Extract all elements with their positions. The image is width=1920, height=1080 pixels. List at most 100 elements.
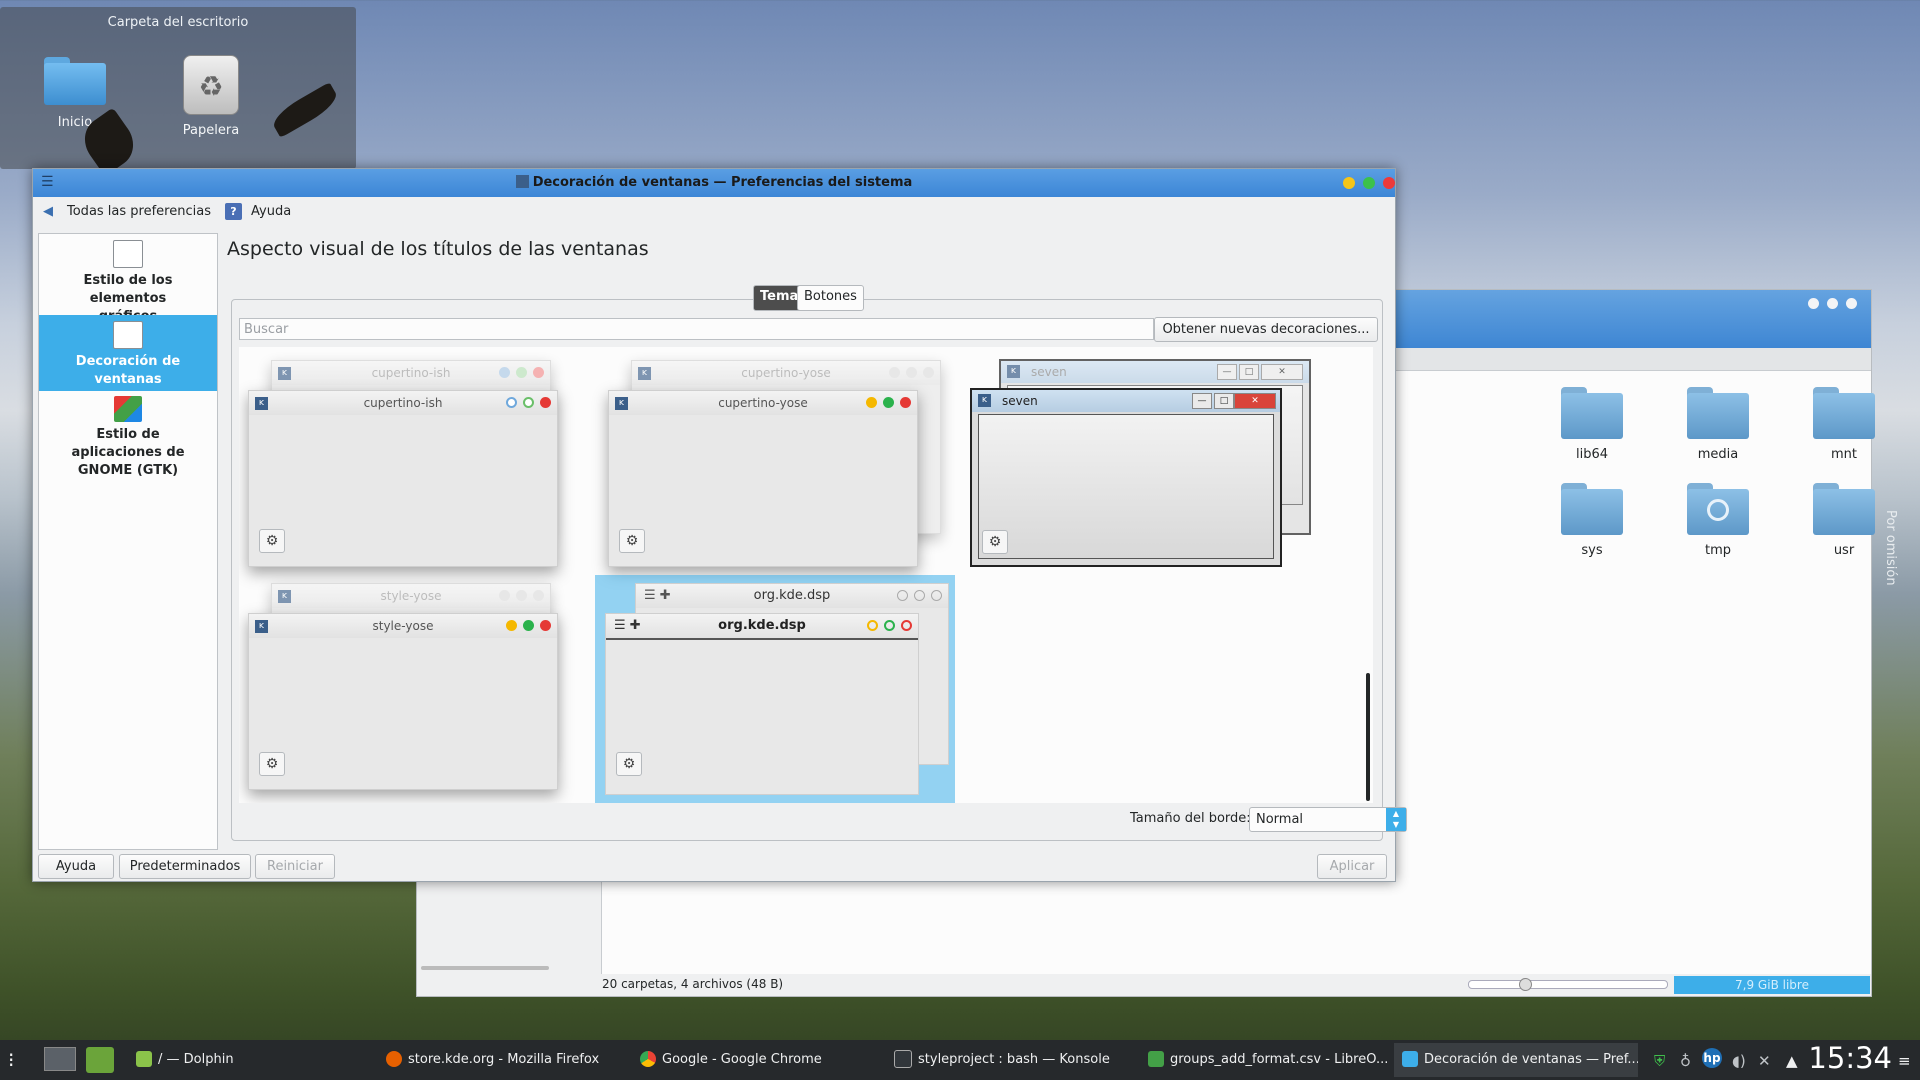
window-decoration-icon <box>113 321 143 349</box>
task-system-settings[interactable]: Decoración de ventanas — Pref... <box>1394 1043 1638 1077</box>
free-space-bar: 7,9 GiB libre <box>1674 976 1870 994</box>
apply-button[interactable]: Aplicar <box>1317 854 1387 879</box>
decoration-item-selected[interactable]: org.kde.dsp ☰ ✚ org.kde.dsp ☰ ✚ ⚙ <box>595 575 955 803</box>
kde-app-icon: ĸ <box>978 394 991 407</box>
dolphin-statusbar: 20 carpetas, 4 archivos (48 B) 7,9 GiB l… <box>602 974 1871 996</box>
decoration-item[interactable]: style-yose ĸ style-yose ĸ ⚙ <box>239 571 558 791</box>
kde-app-icon: ĸ <box>615 397 628 410</box>
window-title: Decoración de ventanas — Preferencias de… <box>33 175 1395 190</box>
chrome-icon <box>640 1050 656 1067</box>
configure-gear-icon[interactable]: ⚙ <box>982 530 1008 554</box>
konsole-icon <box>894 1049 912 1068</box>
folder-item[interactable]: tmp <box>1668 483 1768 558</box>
panel-menu-icon[interactable]: ≡ <box>1898 1052 1911 1070</box>
task-dolphin[interactable]: / — Dolphin <box>128 1043 372 1077</box>
border-size-label: Tamaño del borde: <box>1130 811 1251 826</box>
minimize-icon: — <box>1192 393 1212 409</box>
file-manager-launcher-icon[interactable] <box>86 1047 114 1073</box>
preview-buttons <box>500 397 551 412</box>
status-text: 20 carpetas, 4 archivos (48 B) <box>602 977 784 991</box>
minimize-button[interactable] <box>1808 298 1819 309</box>
decoration-list[interactable]: cupertino-ish ĸ cupertino-ish ĸ ⚙ cupertin… <box>239 347 1363 803</box>
hp-printer-icon[interactable]: hp <box>1702 1048 1722 1068</box>
clock[interactable]: 15:34 <box>1808 1041 1892 1075</box>
folder-item[interactable]: lib64 <box>1542 387 1642 462</box>
task-chrome[interactable]: Google - Google Chrome <box>632 1043 880 1077</box>
maximize-button[interactable] <box>1363 177 1375 189</box>
desktop-icon-trash[interactable]: Papelera <box>166 55 256 138</box>
task-label: styleproject : bash — Konsole <box>918 1052 1110 1067</box>
desktop-folder-title: Carpeta del escritorio <box>107 15 249 30</box>
configure-gear-icon[interactable]: ⚙ <box>616 752 642 776</box>
configure-gear-icon[interactable]: ⚙ <box>259 752 285 776</box>
all-settings-link[interactable]: Todas las preferencias <box>67 204 211 219</box>
application-launcher-icon[interactable]: ⁝ <box>8 1048 14 1072</box>
kde-app-icon: ĸ <box>278 590 291 603</box>
navigation-bar: ◀ Todas las preferencias ? Ayuda <box>33 197 1395 227</box>
dolphin-icon <box>136 1050 152 1067</box>
tab-buttons[interactable]: Botones <box>797 285 864 311</box>
decoration-item[interactable]: seven ĸ — □ ✕ seven ĸ — □ ✕ ⚙ <box>967 353 1311 568</box>
preview-buttons <box>500 620 551 635</box>
preview-active-window: cupertino-yose ĸ ⚙ <box>608 390 918 567</box>
border-size-value: Normal <box>1256 812 1304 827</box>
sidebar-item-window-decoration[interactable]: Decoración de ventanas <box>39 315 217 391</box>
get-new-decorations-button[interactable]: Obtener nuevas decoraciones... <box>1154 317 1378 342</box>
network-icon[interactable]: ✕ <box>1758 1052 1771 1070</box>
sidebar-item-label: Estilo de aplicaciones de GNOME (GTK) <box>71 427 185 478</box>
minimize-icon: — <box>1217 364 1237 380</box>
widget-style-icon <box>113 240 143 268</box>
close-button[interactable] <box>1846 298 1857 309</box>
folder-label: usr <box>1833 543 1855 558</box>
menu-icon: ☰ ✚ <box>644 588 671 603</box>
folder-item[interactable]: mnt <box>1794 387 1894 462</box>
preview-client-area <box>978 414 1274 559</box>
list-scrollbar[interactable] <box>1363 347 1373 803</box>
task-konsole[interactable]: styleproject : bash — Konsole <box>886 1043 1134 1077</box>
configure-gear-icon[interactable]: ⚙ <box>259 529 285 553</box>
gtk-icon <box>114 396 142 422</box>
folder-label: media <box>1697 447 1739 462</box>
sidebar-item-gtk[interactable]: Estilo de aplicaciones de GNOME (GTK) <box>39 396 217 478</box>
configure-gear-icon[interactable]: ⚙ <box>619 529 645 553</box>
microphone-icon[interactable]: ♁ <box>1680 1052 1691 1070</box>
zoom-slider-handle[interactable] <box>1519 978 1532 991</box>
defaults-button[interactable]: Predeterminados <box>119 854 251 879</box>
minimize-button[interactable] <box>1343 177 1355 189</box>
folder-item[interactable]: sys <box>1542 483 1642 558</box>
volume-icon[interactable]: ◖) <box>1732 1052 1746 1070</box>
folder-icon <box>1813 483 1875 535</box>
security-shield-icon[interactable]: ⛨ <box>1654 1052 1665 1070</box>
reset-button[interactable]: Reiniciar <box>255 854 335 879</box>
help-link[interactable]: Ayuda <box>251 204 291 219</box>
scrollbar-thumb[interactable] <box>1366 673 1370 801</box>
kde-app-icon: ĸ <box>255 620 268 633</box>
task-label: / — Dolphin <box>158 1052 234 1067</box>
close-button[interactable] <box>1383 177 1395 189</box>
settings-window: ☰ Decoración de ventanas — Preferencias … <box>32 168 1407 882</box>
task-label: Decoración de ventanas — Pref... <box>1424 1052 1638 1067</box>
decoration-item[interactable]: cupertino-yose ĸ cupertino-yose ĸ ⚙ <box>599 347 941 567</box>
kde-app-icon: ĸ <box>278 367 291 380</box>
tray-expand-icon[interactable]: ▲ <box>1786 1052 1798 1070</box>
page-heading: Aspecto visual de los títulos de las ven… <box>227 238 649 260</box>
sidebar-item-widget-style[interactable]: Estilo de los elementos gráficos <box>39 240 217 324</box>
show-desktop-icon[interactable] <box>44 1047 76 1071</box>
zoom-slider[interactable] <box>1468 978 1668 991</box>
dolphin-window-buttons <box>1800 298 1857 313</box>
help-button[interactable]: Ayuda <box>38 854 114 879</box>
close-icon: ✕ <box>1234 393 1276 409</box>
decoration-item[interactable]: cupertino-ish ĸ cupertino-ish ĸ ⚙ <box>239 347 558 567</box>
help-icon[interactable]: ? <box>225 203 242 220</box>
task-label: groups_add_format.csv - LibreO... <box>1170 1052 1388 1067</box>
places-scrollbar[interactable] <box>421 966 549 970</box>
preview-buttons <box>493 590 544 605</box>
folder-item[interactable]: usr <box>1794 483 1894 558</box>
border-size-select[interactable]: Normal ▲ ▼ <box>1249 807 1407 832</box>
folder-item[interactable]: media <box>1668 387 1768 462</box>
maximize-button[interactable] <box>1827 298 1838 309</box>
search-input[interactable]: Buscar <box>239 318 1154 340</box>
task-firefox[interactable]: store.kde.org - Mozilla Firefox <box>378 1043 626 1077</box>
back-arrow-icon[interactable]: ◀ <box>43 204 53 219</box>
task-libreoffice[interactable]: groups_add_format.csv - LibreO... <box>1140 1043 1388 1077</box>
